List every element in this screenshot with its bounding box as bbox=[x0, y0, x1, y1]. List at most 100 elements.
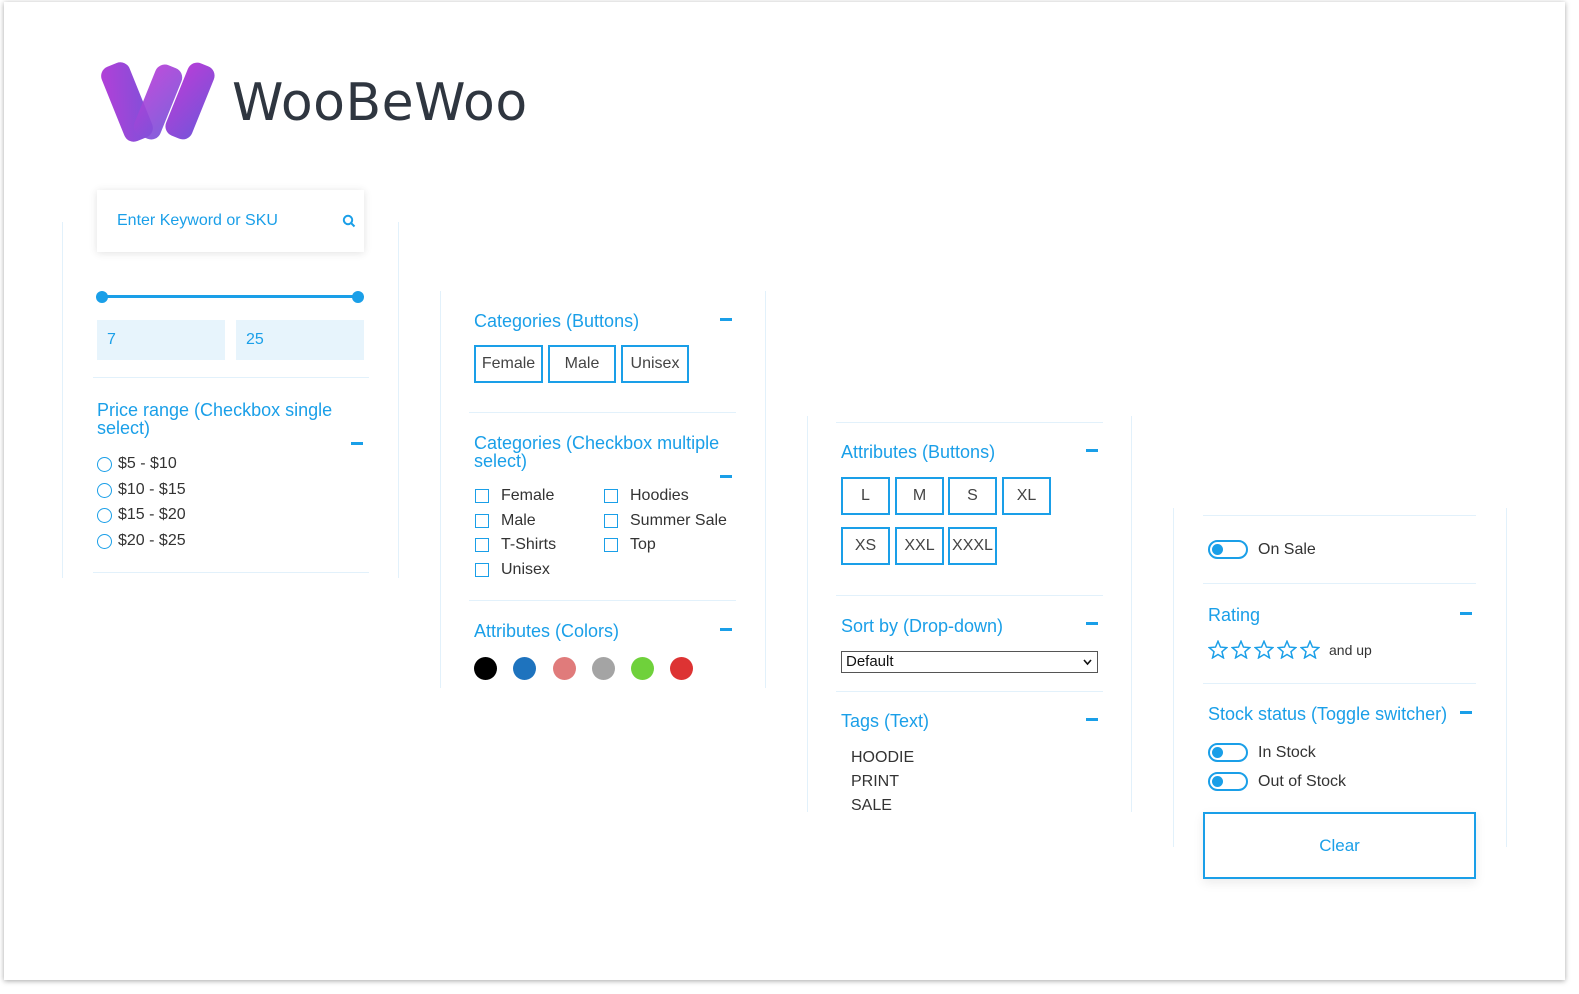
star-icon[interactable] bbox=[1208, 640, 1228, 659]
collapse-icon[interactable] bbox=[720, 628, 732, 631]
color-swatch-blue[interactable] bbox=[513, 657, 536, 680]
divider bbox=[469, 600, 736, 601]
categories-buttons-title: Categories (Buttons) bbox=[474, 311, 640, 331]
tag-link[interactable]: PRINT bbox=[851, 773, 899, 791]
category-button-male[interactable]: Male bbox=[548, 345, 616, 383]
category-button-unisex[interactable]: Unisex bbox=[621, 345, 689, 383]
clear-button[interactable]: Clear bbox=[1203, 812, 1476, 879]
collapse-icon[interactable] bbox=[1086, 449, 1098, 452]
color-swatch-red[interactable] bbox=[670, 657, 693, 680]
toggle-label: Out of Stock bbox=[1258, 772, 1347, 790]
collapse-icon[interactable] bbox=[720, 318, 732, 321]
star-icon[interactable] bbox=[1300, 640, 1320, 659]
tags-title: Tags (Text) bbox=[841, 711, 930, 731]
checkbox-label: Male bbox=[501, 512, 536, 529]
price-max-input[interactable]: 25 bbox=[236, 320, 364, 360]
divider bbox=[836, 422, 1103, 423]
rating-suffix: and up bbox=[1329, 641, 1372, 658]
size-button-xl[interactable]: XL bbox=[1002, 477, 1051, 515]
category-button-female[interactable]: Female bbox=[474, 345, 543, 383]
star-icon[interactable] bbox=[1254, 640, 1274, 659]
category-checkbox[interactable]: T-Shirts bbox=[475, 536, 556, 554]
checkbox[interactable] bbox=[475, 538, 489, 552]
checkbox[interactable] bbox=[604, 538, 618, 552]
checkbox[interactable] bbox=[475, 514, 489, 528]
category-checkbox[interactable]: Male bbox=[475, 512, 536, 530]
color-swatch-green[interactable] bbox=[631, 657, 654, 680]
divider bbox=[1203, 683, 1476, 684]
color-swatch-black[interactable] bbox=[474, 657, 497, 680]
option-label: $15 - $20 bbox=[118, 506, 186, 523]
in-stock-toggle[interactable] bbox=[1208, 743, 1248, 762]
option-label: $5 - $10 bbox=[118, 455, 177, 472]
toggle-knob bbox=[1212, 544, 1223, 555]
stock-status-title: Stock status (Toggle switcher) bbox=[1208, 704, 1448, 724]
tag-link[interactable]: HOODIE bbox=[851, 749, 914, 767]
category-checkbox[interactable]: Female bbox=[475, 487, 554, 505]
collapse-icon[interactable] bbox=[1460, 711, 1472, 714]
divider bbox=[93, 377, 369, 378]
collapse-icon[interactable] bbox=[351, 442, 363, 445]
size-button-l[interactable]: L bbox=[841, 477, 890, 515]
checkbox-label: T-Shirts bbox=[501, 536, 557, 553]
attributes-colors-title: Attributes (Colors) bbox=[474, 621, 620, 641]
price-range-option[interactable]: $10 - $15 bbox=[97, 481, 186, 499]
category-checkbox[interactable]: Summer Sale bbox=[604, 512, 727, 530]
radio-button[interactable] bbox=[97, 456, 112, 472]
category-checkbox[interactable]: Unisex bbox=[475, 561, 550, 579]
star-icon[interactable] bbox=[1231, 640, 1251, 659]
price-range-option[interactable]: $15 - $20 bbox=[97, 506, 186, 524]
radio-button[interactable] bbox=[97, 507, 112, 523]
checkbox[interactable] bbox=[604, 514, 618, 528]
divider bbox=[1203, 515, 1476, 516]
divider bbox=[93, 572, 369, 573]
checkbox-label: Top bbox=[630, 536, 656, 553]
sort-by-dropdown[interactable]: Default bbox=[841, 651, 1098, 673]
dropdown-selected-value: Default bbox=[846, 653, 894, 670]
size-button-xxxl[interactable]: XXXL bbox=[948, 527, 997, 565]
star-icon[interactable] bbox=[1277, 640, 1297, 659]
toggle-knob bbox=[1212, 776, 1223, 787]
tag-link[interactable]: SALE bbox=[851, 797, 892, 815]
checkbox[interactable] bbox=[604, 489, 618, 503]
option-label: $20 - $25 bbox=[118, 532, 186, 549]
collapse-icon[interactable] bbox=[1086, 622, 1098, 625]
radio-button[interactable] bbox=[97, 533, 112, 549]
on-sale-toggle-row[interactable]: On Sale bbox=[1208, 540, 1316, 559]
size-button-s[interactable]: S bbox=[948, 477, 997, 515]
on-sale-toggle[interactable] bbox=[1208, 540, 1248, 559]
price-range-option[interactable]: $20 - $25 bbox=[97, 532, 186, 550]
price-slider-max-handle[interactable] bbox=[352, 291, 364, 303]
search-icon[interactable] bbox=[342, 214, 356, 228]
brand-logo: WooBeWoo bbox=[100, 60, 528, 146]
checkbox[interactable] bbox=[475, 563, 489, 577]
price-slider-min-handle[interactable] bbox=[96, 291, 108, 303]
size-button-xs[interactable]: XS bbox=[841, 527, 890, 565]
checkbox-label: Summer Sale bbox=[630, 512, 727, 529]
toggle-knob bbox=[1212, 747, 1223, 758]
color-swatch-pink[interactable] bbox=[553, 657, 576, 680]
checkbox[interactable] bbox=[475, 489, 489, 503]
radio-button[interactable] bbox=[97, 482, 112, 498]
color-swatch-gray[interactable] bbox=[592, 657, 615, 680]
rating-title: Rating bbox=[1208, 605, 1261, 625]
category-checkbox[interactable]: Top bbox=[604, 536, 656, 554]
price-range-option[interactable]: $5 - $10 bbox=[97, 455, 177, 473]
price-slider-track[interactable] bbox=[102, 295, 358, 298]
collapse-icon[interactable] bbox=[1086, 718, 1098, 721]
toggle-label: On Sale bbox=[1258, 540, 1316, 558]
collapse-icon[interactable] bbox=[1460, 612, 1472, 615]
checkbox-label: Unisex bbox=[501, 561, 550, 578]
size-button-xxl[interactable]: XXL bbox=[895, 527, 944, 565]
stock-option-row[interactable]: In Stock bbox=[1208, 743, 1316, 762]
price-min-input[interactable]: 7 bbox=[97, 320, 225, 360]
search-input[interactable] bbox=[117, 212, 327, 230]
category-checkbox[interactable]: Hoodies bbox=[604, 487, 689, 505]
out-of-stock-toggle[interactable] bbox=[1208, 772, 1248, 791]
chevron-down-icon bbox=[1083, 659, 1092, 666]
rating-stars[interactable]: and up bbox=[1208, 640, 1372, 659]
stock-option-row[interactable]: Out of Stock bbox=[1208, 772, 1346, 791]
collapse-icon[interactable] bbox=[720, 475, 732, 478]
size-button-m[interactable]: M bbox=[895, 477, 944, 515]
divider bbox=[469, 412, 736, 413]
